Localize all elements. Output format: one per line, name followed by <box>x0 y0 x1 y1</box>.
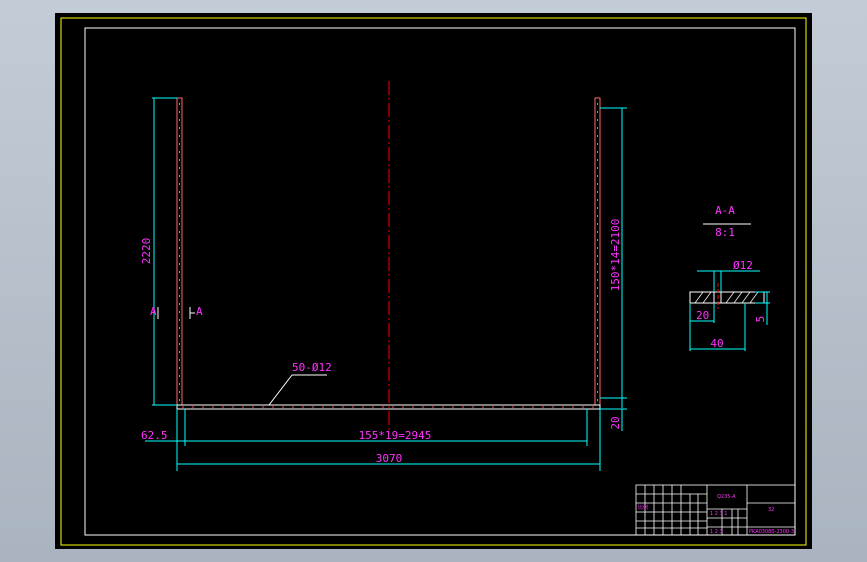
section-scale: 8:1 <box>715 226 735 239</box>
title-row-a: 比例 <box>638 504 648 511</box>
title-material: Q235-A <box>717 494 736 500</box>
section-title: A-A <box>715 204 735 217</box>
section-marker-right-label: A <box>196 305 203 318</box>
title-row-b: 1 2 3 <box>710 529 723 535</box>
left-wall-plate[interactable] <box>176 97 183 406</box>
title-scale-row: 1 2 3 1 <box>710 511 728 517</box>
hole-callout-leader <box>268 374 327 406</box>
dim-left-height <box>152 97 177 406</box>
section-marker-left-label: A <box>150 305 157 318</box>
dim-left-height-label: 2220 <box>140 238 153 265</box>
dim-hole-spacing-label: 155*19=2945 <box>359 429 432 442</box>
cad-viewport[interactable]: 2220 150*14=2100 20 62.5 155*19=2945 307… <box>55 13 812 549</box>
title-sheet: 32 <box>768 507 774 513</box>
hole-callout-label: 50-Ø12 <box>292 361 332 374</box>
title-drawing-number: PKA03080-2300-3 <box>749 529 794 535</box>
sheet-outer-frame <box>60 17 807 546</box>
section-detail <box>689 283 765 309</box>
sheet-inner-border <box>84 27 796 536</box>
section-hole-dia: Ø12 <box>733 259 753 272</box>
section-dim-20: 20 <box>696 309 709 322</box>
dim-left-offset-label: 62.5 <box>141 429 168 442</box>
section-dim-5: 5 <box>754 316 767 323</box>
right-wall-plate[interactable] <box>594 97 601 406</box>
dim-overall-width-label: 3070 <box>376 452 403 465</box>
dim-bottom-gap-label: 20 <box>609 416 622 429</box>
section-dim-40: 40 <box>710 337 723 350</box>
dim-right-height-label: 150*14=2100 <box>609 219 622 292</box>
drawing-canvas[interactable]: 2220 150*14=2100 20 62.5 155*19=2945 307… <box>55 13 812 549</box>
